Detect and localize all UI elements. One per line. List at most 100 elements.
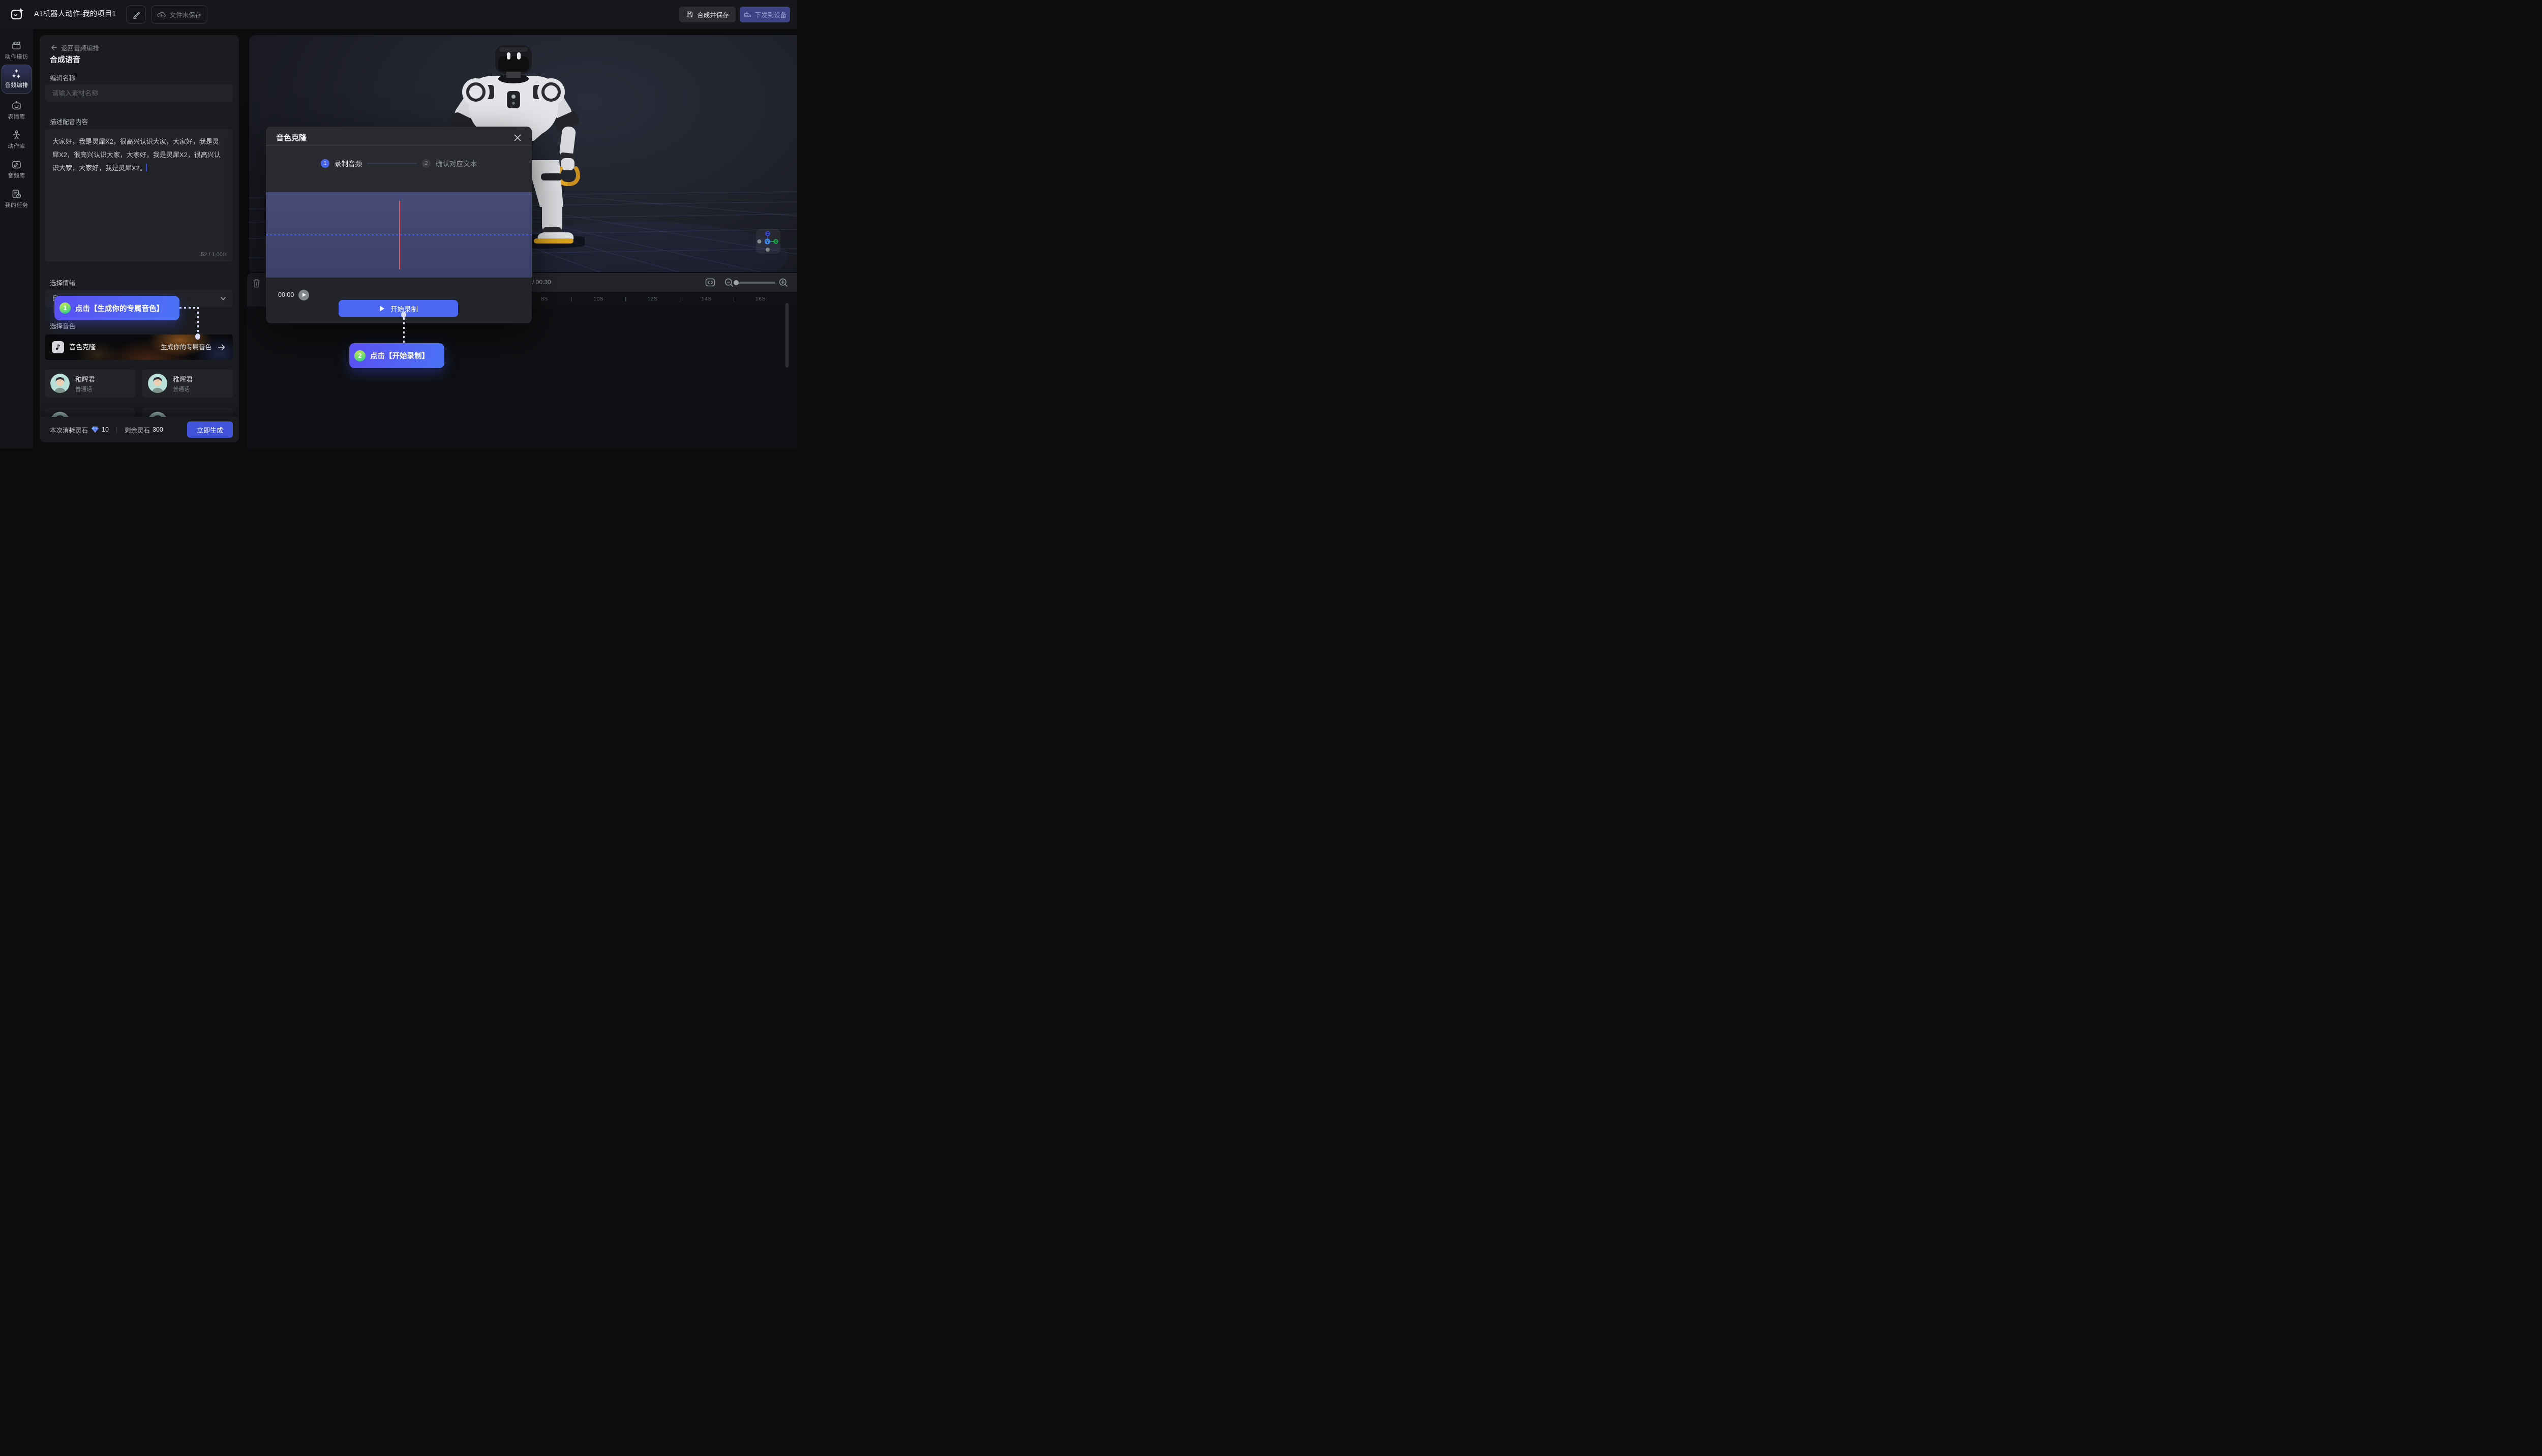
sidebar-item-motion-library[interactable]: 动作库 <box>0 130 33 150</box>
sidebar-label: 动作模仿 <box>0 52 33 60</box>
cost-label: 本次消耗灵石 <box>50 425 88 435</box>
sidebar-label: 音频编排 <box>0 81 33 89</box>
task-list-clock-icon <box>11 189 22 199</box>
guide-1-connector <box>179 307 198 309</box>
modal-footer: 00:00 开始录制 <box>266 278 532 323</box>
rename-project-button[interactable] <box>126 5 146 24</box>
cost-value: 10 <box>102 426 109 433</box>
balance-value: 300 <box>153 426 163 433</box>
cloud-icon <box>157 11 166 18</box>
close-icon <box>514 134 521 141</box>
deploy-to-device-button[interactable]: 下发到设备 <box>740 7 790 22</box>
sidebar-label: 动作库 <box>0 142 33 150</box>
save-icon <box>686 11 693 18</box>
nav-sidebar: 动作模仿 音频编排 表情库 动作库 <box>0 29 33 448</box>
svg-text:Z: Z <box>767 232 769 236</box>
clone-card-title: 音色克隆 <box>69 335 96 360</box>
ruler-tick-label: 10S <box>593 296 603 302</box>
clapperboard-icon <box>11 40 22 51</box>
logo-star <box>18 8 24 14</box>
balance-label: 剩余灵石 <box>125 425 150 435</box>
guide-1-text: 点击【生成你的专属音色】 <box>75 303 164 314</box>
zoom-out-icon[interactable] <box>724 278 734 288</box>
file-status-button[interactable]: 文件未保存 <box>151 5 207 24</box>
back-to-audio-arrange[interactable]: 返回音频编排 <box>50 43 99 52</box>
slider-handle[interactable] <box>734 280 739 285</box>
voice-avatar <box>50 374 70 393</box>
sidebar-label: 音频库 <box>0 171 33 179</box>
music-file-icon <box>52 341 64 353</box>
sparkles-icon <box>11 69 22 79</box>
svg-text:X: X <box>775 240 777 244</box>
guide-tooltip-1[interactable]: 1 点击【生成你的专属音色】 <box>54 296 179 320</box>
guide-2-badge: 2 <box>354 350 366 361</box>
audio-library-icon <box>11 159 22 170</box>
step-2-label: 确认对应文本 <box>436 158 477 168</box>
sidebar-label: 我的任务 <box>0 201 33 209</box>
name-field-label: 编辑名称 <box>50 73 75 82</box>
chevron-down-icon <box>220 295 227 302</box>
clone-card-action: 生成你的专属音色 <box>161 335 211 360</box>
material-name-input[interactable] <box>45 84 233 102</box>
timeline-track-area[interactable] <box>247 307 797 448</box>
back-label: 返回音频编排 <box>61 43 99 52</box>
timeline-scrollbar[interactable] <box>785 303 789 368</box>
sidebar-item-audio-arrange[interactable]: 音频编排 <box>0 69 33 89</box>
fit-width-icon[interactable] <box>705 278 715 287</box>
sidebar-label: 表情库 <box>0 112 33 120</box>
svg-text:Y: Y <box>766 239 769 244</box>
sidebar-item-my-tasks[interactable]: 我的任务 <box>0 189 33 209</box>
person-icon <box>11 130 22 140</box>
guide-1-badge: 1 <box>59 302 71 314</box>
voice-name: 稚晖君 <box>75 374 95 384</box>
generate-footer: 本次消耗灵石 10 剩余灵石 300 立即生成 <box>40 417 239 442</box>
guide-2-connector <box>403 318 405 343</box>
guide-2-text: 点击【开始录制】 <box>370 350 429 361</box>
recording-waveform-area <box>266 192 532 278</box>
ruler-tick-label: 14S <box>702 296 712 302</box>
axis-gizmo[interactable]: Z Y X <box>756 229 780 254</box>
save-button-label: 合成并保存 <box>697 10 729 19</box>
char-counter: 52 / 1,000 <box>201 252 226 258</box>
play-icon <box>379 305 385 312</box>
sidebar-item-expression-library[interactable]: 表情库 <box>0 100 33 120</box>
waveform-playhead[interactable] <box>399 201 400 269</box>
recording-time: 00:00 <box>278 291 294 298</box>
voice-card[interactable]: 稚晖君 普通话 <box>45 370 135 398</box>
trash-icon[interactable] <box>251 278 262 288</box>
ruler-tick-minor <box>571 297 572 301</box>
guide-1-connector <box>197 307 199 336</box>
voice-field-label: 选择音色 <box>50 321 75 330</box>
voice-content-textarea[interactable]: 大家好，我是灵犀X2，很高兴认识大家，大家好，我是灵犀X2，很高兴认识大家，大家… <box>45 129 233 262</box>
synthesize-voice-panel: 返回音频编排 合成语音 编辑名称 描述配音内容 大家好，我是灵犀X2，很高兴认识… <box>40 35 239 442</box>
modal-close-button[interactable] <box>510 131 525 145</box>
sidebar-item-audio-library[interactable]: 音频库 <box>0 159 33 179</box>
text-cursor <box>146 164 147 171</box>
robot-face-icon <box>11 100 22 111</box>
app-window: A1机器人动作-我的项目1 文件未保存 合成并保存 <box>0 0 797 448</box>
ruler-tick-label: 16S <box>755 296 766 302</box>
timeline-zoom-slider[interactable] <box>735 282 775 284</box>
footer-divider <box>116 427 117 433</box>
voice-dialect: 普通话 <box>173 385 190 393</box>
arrow-right-icon <box>217 343 226 351</box>
zoom-in-icon[interactable] <box>778 278 789 288</box>
voice-dialect: 普通话 <box>75 385 92 393</box>
start-record-button[interactable]: 开始录制 <box>339 300 458 317</box>
play-icon <box>302 293 306 297</box>
app-logo-icon <box>10 7 24 21</box>
emotion-field-label: 选择情绪 <box>50 278 75 287</box>
voice-clone-entry-card[interactable]: 音色克隆 生成你的专属音色 <box>45 335 233 360</box>
step-2-badge: 2 <box>422 159 431 168</box>
guide-tooltip-2[interactable]: 2 点击【开始录制】 <box>349 343 444 368</box>
ruler-tick-label: 8S <box>541 296 548 302</box>
sidebar-item-motion-mimic[interactable]: 动作模仿 <box>0 40 33 60</box>
guide-1-anchor-dot <box>195 333 200 340</box>
voice-name: 稚晖君 <box>173 374 193 384</box>
generate-now-button[interactable]: 立即生成 <box>187 421 233 438</box>
preview-play-button[interactable] <box>298 290 309 300</box>
save-button[interactable]: 合成并保存 <box>679 7 736 22</box>
step-connector <box>367 163 417 164</box>
project-title: A1机器人动作-我的项目1 <box>34 0 116 29</box>
voice-card[interactable]: 稚晖君 普通话 <box>142 370 233 398</box>
